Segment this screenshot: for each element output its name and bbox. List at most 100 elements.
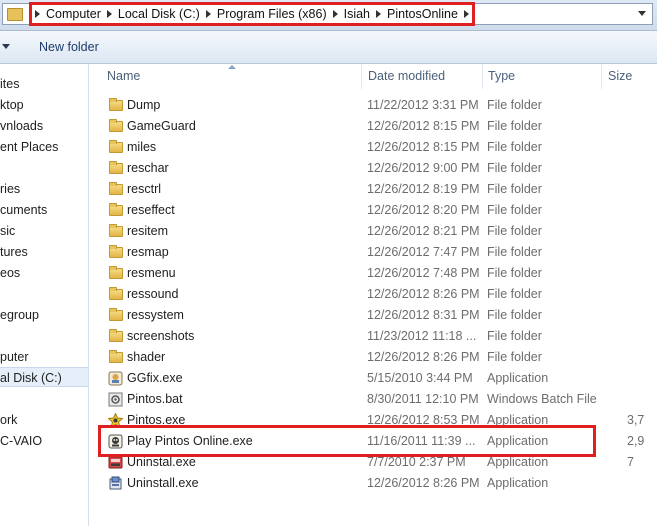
file-date-modified: 12/26/2012 9:00 PM [367,161,480,175]
breadcrumb-computer[interactable]: Computer [46,7,101,21]
uninstall-setup-icon [108,476,123,491]
chevron-down-icon[interactable] [638,11,646,16]
file-row[interactable]: GGfix.exe 5/15/2010 3:44 PM Application [89,368,657,389]
file-name: ressound [127,287,179,301]
column-header-date-modified[interactable]: Date modified [368,64,478,89]
column-header-size[interactable]: Size [608,64,657,89]
nav-item-documents[interactable]: cuments [0,200,88,220]
file-name: GGfix.exe [127,371,183,385]
file-row[interactable]: GameGuard 12/26/2012 8:15 PM File folder [89,116,657,137]
breadcrumb-program-files[interactable]: Program Files (x86) [217,7,327,21]
file-type: File folder [487,329,542,343]
file-size [627,221,657,242]
chevron-right-icon[interactable] [463,10,469,18]
file-name: resitem [127,224,168,238]
file-name: Pintos.bat [127,392,183,406]
chevron-right-icon[interactable] [106,10,112,18]
file-size [627,179,657,200]
file-row[interactable]: Uninstal.exe 7/7/2010 2:37 PM Application 7 [89,452,657,473]
file-row[interactable]: resmap 12/26/2012 7:47 PM File folder [89,242,657,263]
nav-item-local-disk[interactable]: al Disk (C:) [0,367,88,387]
column-header-type[interactable]: Type [488,64,598,89]
column-divider[interactable] [601,64,602,89]
file-size [627,389,657,410]
nav-item-network[interactable]: ork [0,410,88,430]
file-name: resmenu [127,266,176,280]
file-name: Pintos.exe [127,413,186,427]
nav-item-favorites[interactable]: ites [0,74,88,94]
file-type: File folder [487,140,542,154]
file-row[interactable]: shader 12/26/2012 8:26 PM File folder [89,347,657,368]
file-size [627,305,657,326]
nav-item-music[interactable]: sic [0,221,88,241]
file-row[interactable]: ressound 12/26/2012 8:26 PM File folder [89,284,657,305]
file-row[interactable]: screenshots 11/23/2012 11:18 ... File fold… [89,326,657,347]
file-date-modified: 12/26/2012 8:26 PM [367,287,480,301]
file-size [627,95,657,116]
file-row[interactable]: ressystem 12/26/2012 8:31 PM File folder [89,305,657,326]
folder-icon [109,266,123,279]
file-row[interactable]: reschar 12/26/2012 9:00 PM File folder [89,158,657,179]
breadcrumb-isiah[interactable]: Isiah [344,7,370,21]
column-divider[interactable] [361,64,362,89]
file-row[interactable]: resctrl 12/26/2012 8:19 PM File folder [89,179,657,200]
file-row[interactable]: Uninstall.exe 12/26/2012 8:26 PM Applicati… [89,473,657,494]
file-name: shader [127,350,166,364]
nav-item-desktop[interactable]: ktop [0,95,88,115]
chevron-right-icon[interactable] [376,10,382,18]
nav-item-pc-vaio[interactable]: C-VAIO [0,431,88,451]
file-row[interactable]: Pintos.bat 8/30/2011 12:10 PM Windows Batc… [89,389,657,410]
nav-item-downloads[interactable]: vnloads [0,116,88,136]
file-row[interactable]: resitem 12/26/2012 8:21 PM File folder [89,221,657,242]
file-name: Play Pintos Online.exe [127,434,253,448]
file-type: Windows Batch File [487,392,597,406]
file-type: File folder [487,350,542,364]
column-header-name[interactable]: Name [107,64,357,89]
chevron-down-icon[interactable] [2,44,10,49]
file-size [627,158,657,179]
folder-icon [109,161,123,174]
file-name: ressystem [127,308,184,322]
file-date-modified: 11/16/2011 11:39 ... [367,434,476,448]
file-row[interactable]: miles 12/26/2012 8:15 PM File folder [89,137,657,158]
file-name: resctrl [127,182,162,196]
address-bar: Computer Local Disk (C:) Program Files (… [0,0,657,31]
file-name: miles [127,140,157,154]
file-row[interactable]: reseffect 12/26/2012 8:20 PM File folder [89,200,657,221]
nav-item-videos[interactable]: eos [0,263,88,283]
nav-item-homegroup[interactable]: egroup [0,305,88,325]
file-type: File folder [487,203,542,217]
file-row[interactable]: Pintos.exe 12/26/2012 8:53 PM Application 3… [89,410,657,431]
chevron-right-icon[interactable] [35,10,40,18]
nav-item-recent-places[interactable]: ent Places [0,137,88,157]
nav-item-pictures[interactable]: tures [0,242,88,262]
file-name: reseffect [127,203,175,217]
file-name: resmap [127,245,169,259]
file-row[interactable]: Play Pintos Online.exe 11/16/2011 11:39 .… [89,431,657,452]
file-type: File folder [487,266,542,280]
file-type: File folder [487,119,542,133]
file-list: Name Date modified Type Size Dump 11/22/2… [89,64,657,526]
new-folder-button[interactable]: New folder [39,40,99,54]
file-date-modified: 12/26/2012 8:21 PM [367,224,480,238]
address-field[interactable]: Computer Local Disk (C:) Program Files (… [2,3,653,25]
file-row[interactable]: Dump 11/22/2012 3:31 PM File folder [89,95,657,116]
folder-icon [109,119,123,132]
batch-file-icon [108,392,123,407]
nav-item-computer[interactable]: puter [0,347,88,367]
breadcrumb-pintosonline[interactable]: PintosOnline [387,7,458,21]
chevron-right-icon[interactable] [205,10,211,18]
breadcrumb-local-disk[interactable]: Local Disk (C:) [118,7,200,21]
file-type: File folder [487,308,542,322]
file-date-modified: 12/26/2012 8:15 PM [367,119,480,133]
column-divider[interactable] [482,64,483,89]
file-row[interactable]: resmenu 12/26/2012 7:48 PM File folder [89,263,657,284]
file-size: 2,9 [627,434,645,448]
nav-item-libraries[interactable]: ries [0,179,88,199]
folder-icon [109,245,123,258]
pintos-app-icon [107,412,124,429]
chevron-right-icon[interactable] [332,10,338,18]
file-date-modified: 12/26/2012 8:53 PM [367,413,480,427]
command-toolbar: New folder [0,31,657,64]
file-type: File folder [487,161,542,175]
